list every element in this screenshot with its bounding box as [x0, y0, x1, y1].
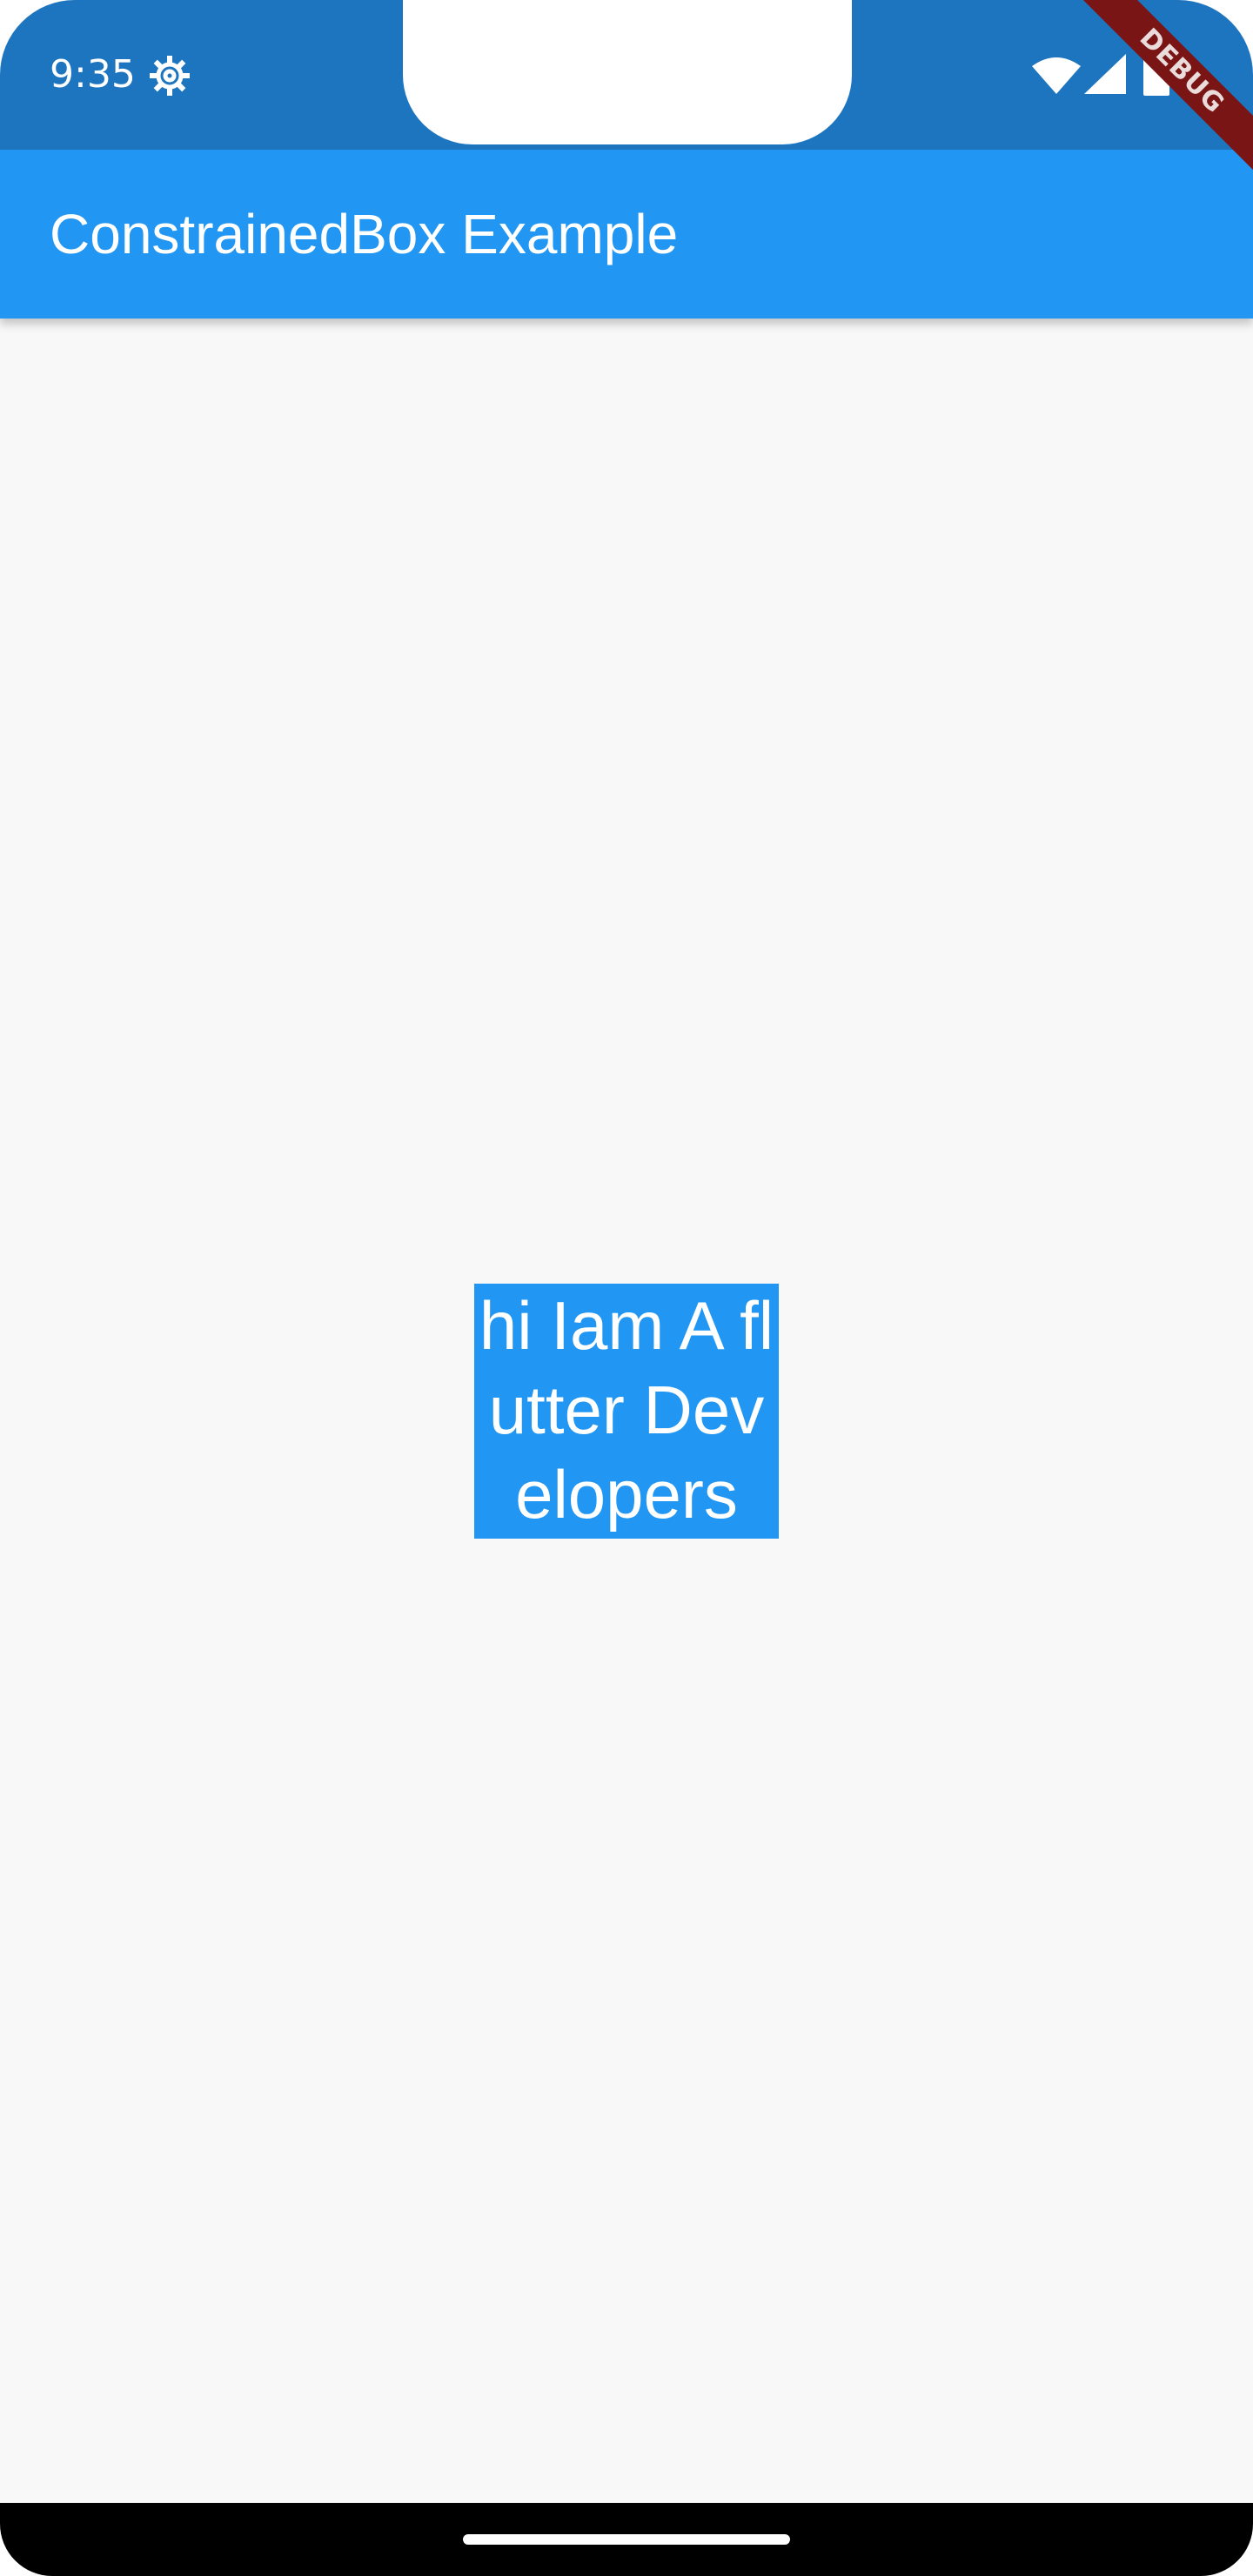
home-gesture-handle[interactable] [463, 2534, 790, 2545]
signal-icon [1084, 54, 1126, 94]
display-notch [403, 0, 852, 144]
wifi-icon [1032, 57, 1081, 94]
app-bar-title: ConstrainedBox Example [50, 203, 679, 265]
constrained-box: hi Iam A flutter Developers [474, 1284, 779, 1539]
status-time: 9:35 [50, 52, 136, 97]
navigation-bar [0, 2503, 1253, 2576]
gear-icon [150, 56, 190, 96]
app-bar: ConstrainedBox Example [0, 150, 1253, 319]
constrained-box-text: hi Iam A flutter Developers [479, 1287, 774, 1533]
phone-screen: 9:35 ConstrainedBox Example DEBUG hi Iam… [0, 0, 1253, 2576]
status-bar: 9:35 [0, 0, 1253, 150]
